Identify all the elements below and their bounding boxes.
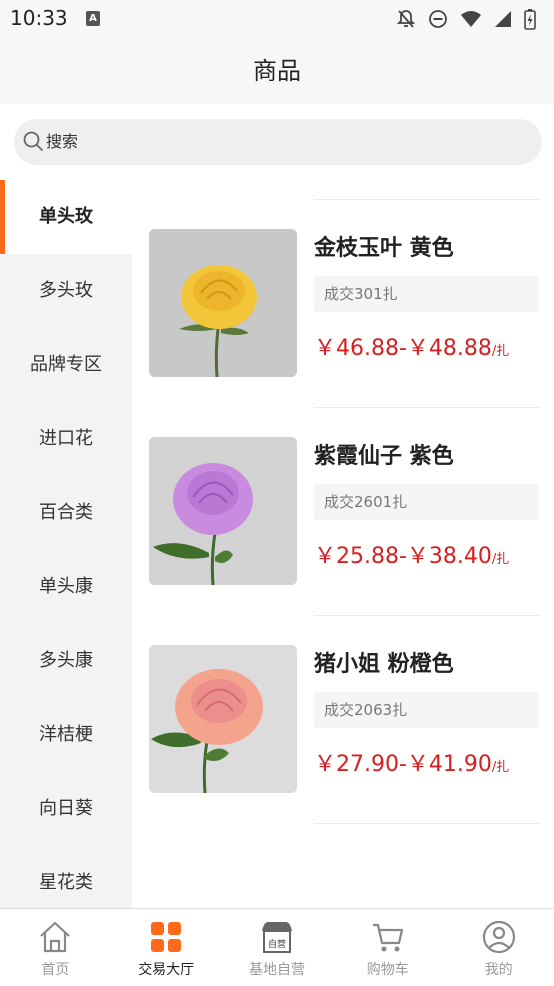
category-item-imported[interactable]: 进口花 xyxy=(0,402,132,476)
product-sold-count: 成交301扎 xyxy=(314,276,538,312)
category-label: 星花类 xyxy=(39,872,93,893)
product-name: 紫霞仙子 紫色 xyxy=(314,444,454,469)
tab-cart[interactable]: 购物车 xyxy=(332,909,443,986)
rose-image xyxy=(149,645,297,793)
category-label: 单头康 xyxy=(39,576,93,597)
tab-home[interactable]: 首页 xyxy=(0,909,111,986)
rose-image xyxy=(149,437,297,585)
cart-icon xyxy=(372,923,403,952)
category-item-eustoma[interactable]: 洋桔梗 xyxy=(0,698,132,772)
tab-label: 我的 xyxy=(484,962,513,978)
battery-icon xyxy=(524,9,536,30)
product-image[interactable] xyxy=(149,437,297,585)
price-range: ￥25.88-￥38.40 xyxy=(314,544,492,569)
grid-icon xyxy=(151,922,182,952)
category-item-single-rose[interactable]: 单头玫 xyxy=(0,180,132,254)
category-item-multi-carnation[interactable]: 多头康 xyxy=(0,624,132,698)
search-placeholder: 搜索 xyxy=(46,132,79,151)
bottom-tab-bar: 首页 交易大厅 自营 基地自营 购物车 我的 xyxy=(0,908,554,986)
home-icon xyxy=(40,921,71,953)
price-range: ￥27.90-￥41.90 xyxy=(314,752,492,777)
notification-icon: A xyxy=(86,11,100,26)
rose-image xyxy=(149,229,297,377)
page-header: 商品 xyxy=(0,40,554,104)
search-icon xyxy=(23,131,43,151)
store-badge-text: 自营 xyxy=(268,938,286,950)
category-label: 向日葵 xyxy=(39,798,93,819)
product-card[interactable]: 猪小姐 粉橙色 成交2063扎 ￥27.90-￥41.90/扎 xyxy=(132,616,554,824)
dnd-icon xyxy=(429,10,447,28)
price-unit: /扎 xyxy=(491,344,510,359)
product-price: ￥25.88-￥38.40/扎 xyxy=(314,538,509,570)
tab-base-self-operated[interactable]: 自营 基地自营 xyxy=(222,909,333,986)
product-sold-count: 成交2601扎 xyxy=(314,484,538,520)
wifi-icon xyxy=(461,11,481,27)
status-time: 10:33 xyxy=(10,6,68,30)
category-label: 进口花 xyxy=(39,428,93,449)
tab-label: 交易大厅 xyxy=(138,962,195,978)
category-item-sunflower[interactable]: 向日葵 xyxy=(0,772,132,846)
category-item-star-flower[interactable]: 星花类 xyxy=(0,846,132,908)
category-item-multi-rose[interactable]: 多头玫 xyxy=(0,254,132,328)
divider xyxy=(314,823,540,824)
store-icon: 自营 xyxy=(261,922,292,953)
page-title: 商品 xyxy=(253,57,301,85)
product-list: 金枝玉叶 黄色 成交301扎 ￥46.88-￥48.88/扎 紫霞仙子 紫色 成… xyxy=(132,180,554,908)
bell-off-icon xyxy=(396,10,416,28)
status-bar: 10:33 A xyxy=(0,0,554,40)
category-sidebar: 单头玫 多头玫 品牌专区 进口花 百合类 单头康 多头康 洋桔梗 向日葵 星花类 xyxy=(0,180,132,908)
category-label: 多头康 xyxy=(39,650,93,671)
tab-profile[interactable]: 我的 xyxy=(443,909,554,986)
price-range: ￥46.88-￥48.88 xyxy=(314,336,492,361)
product-name: 猪小姐 粉橙色 xyxy=(314,652,454,677)
category-label: 单头玫 xyxy=(39,206,93,227)
product-sold-count: 成交2063扎 xyxy=(314,692,538,728)
category-label: 多头玫 xyxy=(39,280,93,301)
product-price: ￥46.88-￥48.88/扎 xyxy=(314,330,509,362)
tab-label: 购物车 xyxy=(366,962,409,978)
category-label: 百合类 xyxy=(39,502,93,523)
category-item-lily[interactable]: 百合类 xyxy=(0,476,132,550)
tab-label: 基地自营 xyxy=(248,962,305,978)
category-item-brand[interactable]: 品牌专区 xyxy=(0,328,132,402)
product-card[interactable]: 金枝玉叶 黄色 成交301扎 ￥46.88-￥48.88/扎 xyxy=(132,200,554,408)
tab-trading-hall[interactable]: 交易大厅 xyxy=(111,909,222,986)
search-input[interactable]: 搜索 xyxy=(14,119,542,165)
status-icons xyxy=(396,8,536,30)
category-item-single-carnation[interactable]: 单头康 xyxy=(0,550,132,624)
user-icon xyxy=(482,920,515,954)
category-label: 品牌专区 xyxy=(30,354,102,375)
price-unit: /扎 xyxy=(491,760,510,775)
product-image[interactable] xyxy=(149,645,297,793)
product-image[interactable] xyxy=(149,229,297,377)
category-label: 洋桔梗 xyxy=(39,724,93,745)
signal-icon xyxy=(495,11,511,27)
product-card[interactable]: 紫霞仙子 紫色 成交2601扎 ￥25.88-￥38.40/扎 xyxy=(132,408,554,616)
product-price: ￥27.90-￥41.90/扎 xyxy=(314,746,509,778)
product-name: 金枝玉叶 黄色 xyxy=(314,236,454,261)
tab-label: 首页 xyxy=(41,962,70,978)
price-unit: /扎 xyxy=(491,552,510,567)
